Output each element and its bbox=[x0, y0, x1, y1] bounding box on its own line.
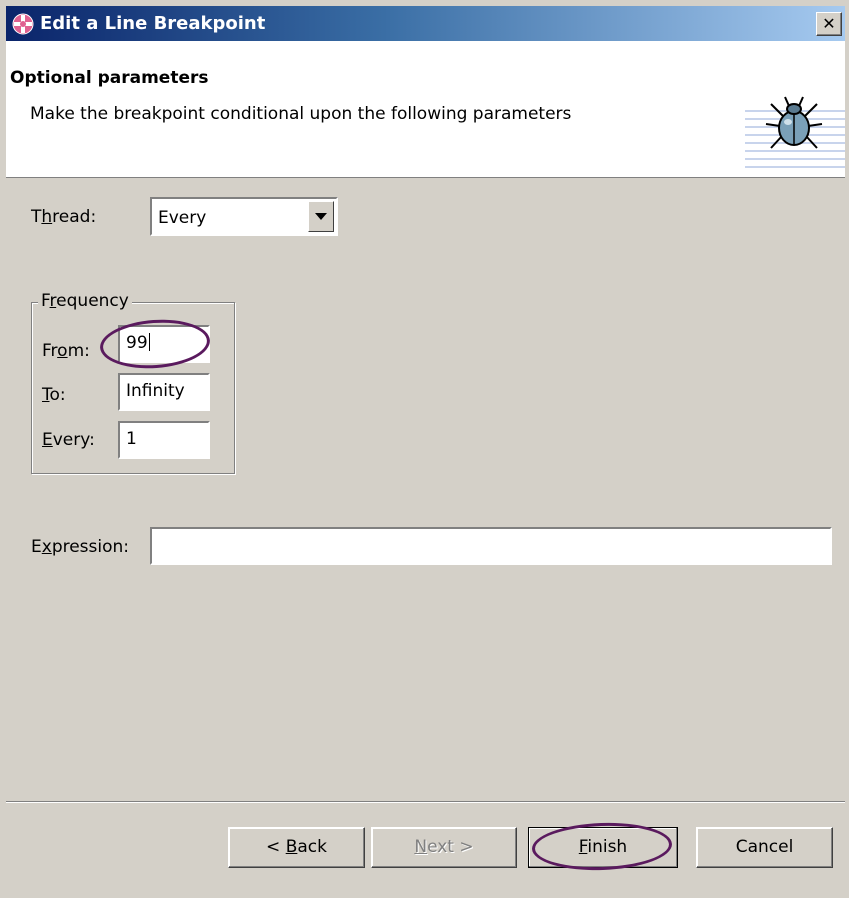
next-label-mnemonic: N bbox=[414, 837, 428, 857]
to-input-value: Infinity bbox=[126, 381, 185, 401]
thread-label-pre: T bbox=[31, 207, 42, 227]
every-label-mnemonic: E bbox=[42, 430, 53, 450]
wizard-header: Optional parameters Make the breakpoint … bbox=[6, 41, 845, 178]
to-label: To: bbox=[42, 385, 66, 405]
edit-line-breakpoint-dialog: Edit a Line Breakpoint ✕ Optional parame… bbox=[0, 0, 849, 898]
page-description: Make the breakpoint conditional upon the… bbox=[30, 104, 572, 124]
footer-separator bbox=[6, 801, 845, 803]
from-label-post: m: bbox=[67, 341, 90, 361]
title-bar[interactable]: Edit a Line Breakpoint ✕ bbox=[6, 6, 845, 41]
expression-label: Expression: bbox=[31, 537, 129, 557]
from-label-pre: Fr bbox=[42, 341, 58, 361]
to-label-post: o: bbox=[49, 385, 66, 405]
debug-perspective-icon bbox=[12, 13, 34, 35]
to-input[interactable]: Infinity bbox=[118, 373, 210, 411]
thread-label-mnemonic: h bbox=[41, 207, 53, 227]
expression-label-pre: E bbox=[31, 537, 42, 557]
close-icon: ✕ bbox=[822, 14, 836, 33]
next-label-post: ext > bbox=[427, 837, 474, 857]
chevron-down-icon[interactable] bbox=[308, 201, 334, 232]
thread-label: Thread: bbox=[31, 207, 96, 227]
to-label-mnemonic: T bbox=[42, 385, 50, 405]
back-label-pre: < bbox=[266, 837, 286, 857]
cancel-button[interactable]: Cancel bbox=[696, 827, 833, 868]
every-label: Every: bbox=[42, 430, 95, 450]
window-title: Edit a Line Breakpoint bbox=[40, 13, 266, 34]
every-label-post: very: bbox=[52, 430, 95, 450]
expression-label-mnemonic: x bbox=[41, 537, 52, 557]
back-label-post: ack bbox=[297, 837, 327, 857]
back-label-mnemonic: B bbox=[285, 837, 298, 857]
page-title: Optional parameters bbox=[10, 68, 209, 88]
back-button[interactable]: < Back bbox=[228, 827, 365, 868]
frequency-legend-post: equency bbox=[56, 291, 129, 311]
frequency-legend-pre: F bbox=[41, 291, 50, 311]
expression-input[interactable] bbox=[150, 527, 832, 565]
thread-dropdown[interactable]: Every bbox=[150, 197, 338, 236]
every-input-value: 1 bbox=[126, 429, 137, 449]
every-input[interactable]: 1 bbox=[118, 421, 210, 459]
thread-label-post: read: bbox=[52, 207, 97, 227]
expression-label-post: pression: bbox=[51, 537, 130, 557]
frequency-legend: Frequency bbox=[38, 291, 132, 311]
from-label-mnemonic: o bbox=[57, 341, 68, 361]
bug-icon bbox=[765, 96, 823, 149]
from-label: From: bbox=[42, 341, 90, 361]
thread-dropdown-value: Every bbox=[158, 208, 207, 228]
cancel-label: Cancel bbox=[735, 837, 794, 857]
close-button[interactable]: ✕ bbox=[816, 12, 842, 36]
next-button[interactable]: Next > bbox=[371, 827, 517, 868]
